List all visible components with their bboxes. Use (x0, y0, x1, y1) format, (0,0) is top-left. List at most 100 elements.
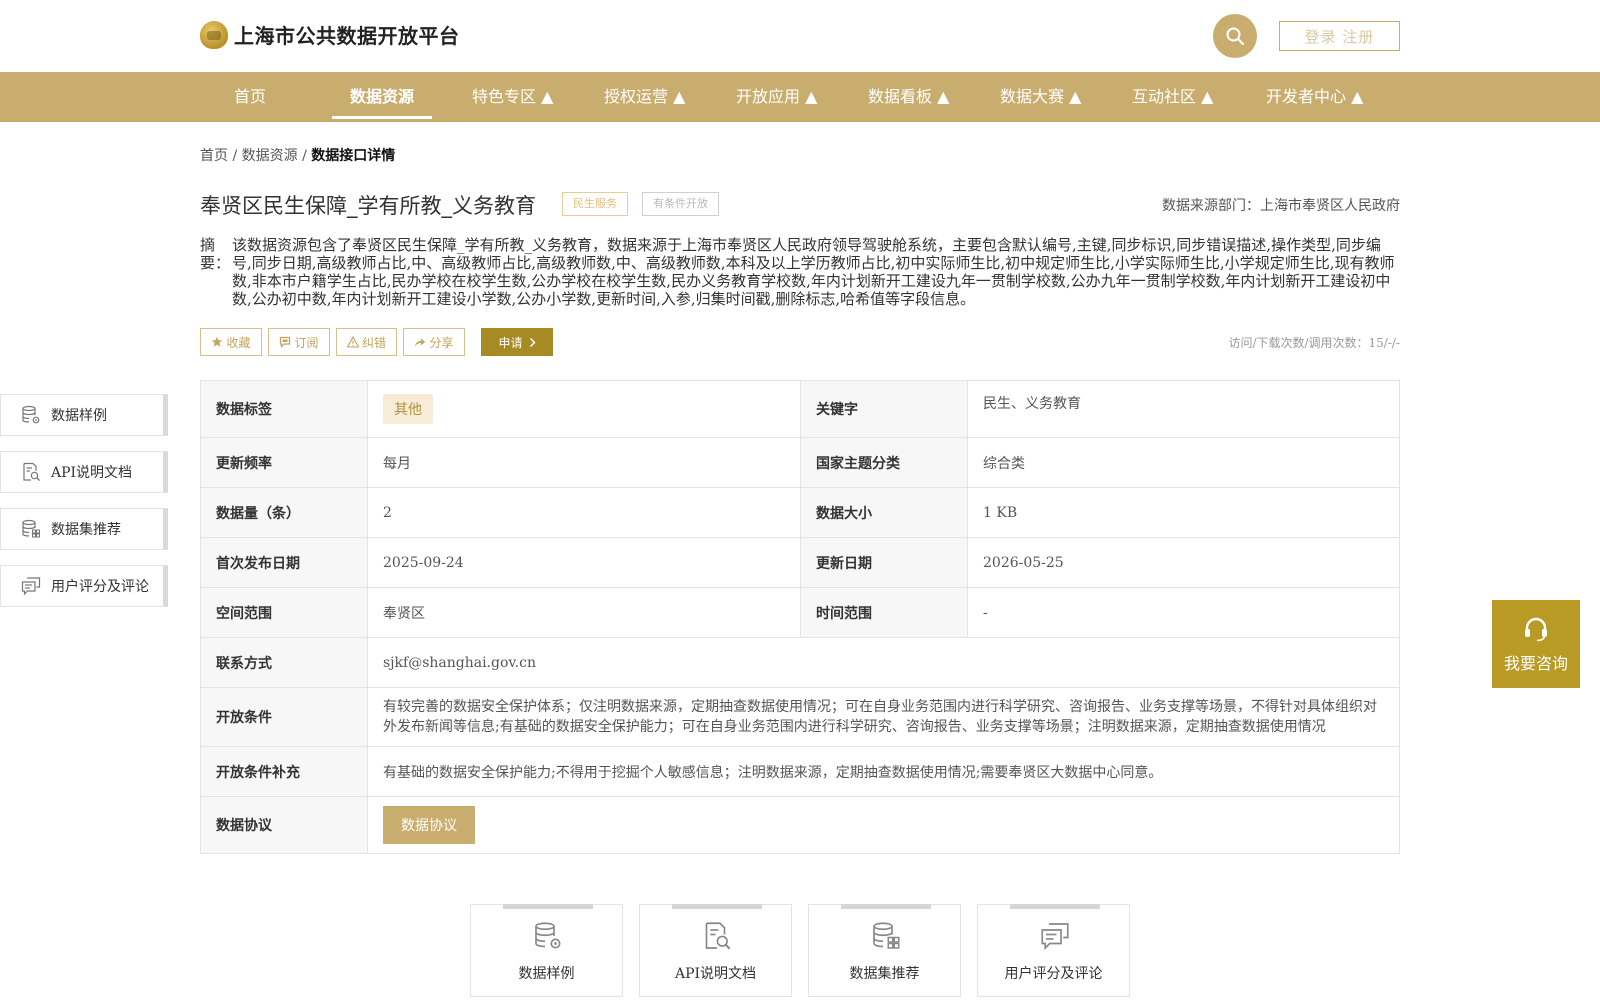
field-value: - (967, 587, 1400, 638)
side-nav-ratings-comments[interactable]: 用户评分及评论 (0, 565, 168, 607)
nav-item-data-contest[interactable]: 数据大赛 ▲ (1000, 72, 1081, 122)
data-protocol-button[interactable]: 数据协议 (383, 806, 475, 844)
field-label: 首次发布日期 (200, 537, 368, 588)
card-label: API说明文档 (674, 966, 757, 982)
side-nav-label: 用户评分及评论 (51, 579, 149, 595)
table-row: 数据标签 其他 关键字 民生、义务教育 (200, 380, 1400, 438)
source-label: 数据来源部门： (1162, 198, 1260, 214)
table-row: 开放条件补充 有基础的数据安全保护能力;不得用于挖掘个人敏感信息；注明数据来源，… (200, 746, 1400, 797)
side-nav-data-sample[interactable]: 数据样例 (0, 394, 168, 436)
database-grid-icon (22, 519, 40, 538)
search-button[interactable] (1213, 14, 1257, 58)
breadcrumb-separator: / (232, 148, 238, 164)
table-row: 联系方式 sjkf@shanghai.gov.cn (200, 637, 1400, 688)
bottom-card-dataset-recommend[interactable]: 数据集推荐 (808, 904, 961, 997)
open-level-tag: 有条件开放 (642, 192, 719, 216)
nav-item-data-resources[interactable]: 数据资源 (350, 72, 414, 122)
consult-label: 我要咨询 (1503, 654, 1568, 673)
nav-item-authorized-ops[interactable]: 授权运营 ▲ (604, 72, 685, 122)
breadcrumb-home[interactable]: 首页 (200, 148, 228, 164)
card-label: 数据样例 (518, 966, 575, 982)
login-register-button[interactable]: 登录 注册 (1279, 21, 1400, 51)
field-label: 国家主题分类 (800, 437, 968, 488)
field-value: 有较完善的数据安全保护体系；仅注明数据来源，定期抽查数据使用情况；可在自身业务范… (367, 687, 1400, 747)
subscribe-button[interactable]: 订阅 (268, 328, 330, 356)
bottom-card-ratings-comments[interactable]: 用户评分及评论 (977, 904, 1130, 997)
table-row: 首次发布日期 2025-09-24 更新日期 2026-05-25 (200, 537, 1400, 588)
site-logo[interactable]: 上海市公共数据开放平台 (200, 20, 460, 49)
nav-item-open-apps[interactable]: 开放应用 ▲ (736, 72, 817, 122)
field-value: 2 (367, 487, 801, 538)
report-error-button[interactable]: 纠错 (336, 328, 397, 356)
source-department: 数据来源部门：上海市奉贤区人民政府 (1162, 195, 1400, 215)
field-label: 更新频率 (200, 437, 368, 488)
nav-item-data-dashboard[interactable]: 数据看板 ▲ (868, 72, 949, 122)
table-row: 开放条件 有较完善的数据安全保护体系；仅注明数据来源，定期抽查数据使用情况；可在… (200, 687, 1400, 747)
bottom-card-api-docs[interactable]: API说明文档 (639, 904, 792, 997)
side-nav-api-docs[interactable]: API说明文档 (0, 451, 168, 493)
star-icon (212, 336, 223, 347)
field-value: 数据协议 (367, 796, 1400, 854)
field-label: 开放条件 (200, 687, 368, 747)
subscribe-icon (280, 336, 291, 348)
document-search-icon (23, 462, 40, 481)
side-nav-label: API说明文档 (51, 465, 133, 481)
subscribe-label: 订阅 (294, 335, 319, 350)
breadcrumb-section[interactable]: 数据资源 (242, 148, 298, 164)
apply-button[interactable]: 申请 (481, 328, 553, 356)
side-nav-label: 数据集推荐 (51, 522, 121, 538)
nav-item-featured[interactable]: 特色专区 ▲ (472, 72, 553, 122)
field-value: 1 KB (967, 487, 1400, 538)
main-nav: 首页 数据资源 特色专区 ▲ 授权运营 ▲ 开放应用 ▲ 数据看板 ▲ 数据大赛… (0, 72, 1600, 122)
database-grid-icon (873, 922, 900, 949)
database-gear-icon (22, 405, 40, 424)
page-title: 奉贤区民生保障_学有所教_义务教育 (200, 194, 536, 218)
bottom-card-data-sample[interactable]: 数据样例 (470, 904, 623, 997)
field-label: 空间范围 (200, 587, 368, 638)
share-label: 分享 (429, 335, 454, 350)
field-value: 2026-05-25 (967, 537, 1400, 588)
logo-emblem-icon (200, 20, 228, 49)
data-tag-chip[interactable]: 其他 (383, 394, 433, 424)
database-gear-icon (535, 922, 561, 949)
favorite-label: 收藏 (226, 335, 251, 350)
comments-icon (21, 577, 41, 596)
field-label: 数据协议 (200, 796, 368, 854)
field-value: 有基础的数据安全保护能力;不得用于挖掘个人敏感信息；注明数据来源，定期抽查数据使… (367, 746, 1400, 797)
nav-item-home[interactable]: 首页 (234, 72, 266, 122)
field-label: 数据标签 (200, 380, 368, 438)
source-value: 上海市奉贤区人民政府 (1260, 198, 1400, 214)
share-button[interactable]: 分享 (403, 328, 465, 356)
field-value: 2025-09-24 (367, 537, 801, 588)
field-value: 民生、义务教育 (967, 380, 1400, 438)
table-row: 数据协议 数据协议 (200, 796, 1400, 854)
favorite-button[interactable]: 收藏 (200, 328, 262, 356)
headset-icon (1525, 617, 1547, 642)
site-title: 上海市公共数据开放平台 (234, 24, 460, 48)
card-label: 数据集推荐 (849, 966, 920, 982)
table-row: 更新频率 每月 国家主题分类 综合类 (200, 437, 1400, 488)
card-top-bar (841, 904, 931, 909)
nav-item-developer[interactable]: 开发者中心 ▲ (1266, 72, 1363, 122)
field-label: 联系方式 (200, 637, 368, 688)
breadcrumb-current: 数据接口详情 (311, 148, 396, 164)
warning-icon (346, 336, 359, 348)
usage-stats: 访问/下载次数/调用次数：15/-/- (1228, 336, 1400, 350)
search-icon (1226, 27, 1245, 46)
table-row: 数据量（条） 2 数据大小 1 KB (200, 487, 1400, 538)
nav-item-community[interactable]: 互动社区 ▲ (1132, 72, 1213, 122)
consult-button[interactable]: 我要咨询 (1492, 600, 1580, 688)
field-label: 数据量（条） (200, 487, 368, 538)
card-label: 用户评分及评论 (1004, 966, 1103, 982)
field-label: 开放条件补充 (200, 746, 368, 797)
apply-label: 申请 (498, 335, 523, 350)
chevron-right-icon (529, 337, 536, 347)
summary-text: 该数据资源包含了奉贤区民生保障_学有所教_义务教育，数据来源于上海市奉贤区人民政… (232, 236, 1395, 308)
field-label: 关键字 (800, 380, 968, 438)
field-value: 综合类 (967, 437, 1400, 488)
nav-active-indicator (332, 116, 432, 119)
share-icon (415, 338, 426, 347)
side-nav-dataset-recommend[interactable]: 数据集推荐 (0, 508, 168, 550)
top-header: 上海市公共数据开放平台 登录 注册 (0, 0, 1600, 72)
card-top-bar (1010, 904, 1100, 909)
